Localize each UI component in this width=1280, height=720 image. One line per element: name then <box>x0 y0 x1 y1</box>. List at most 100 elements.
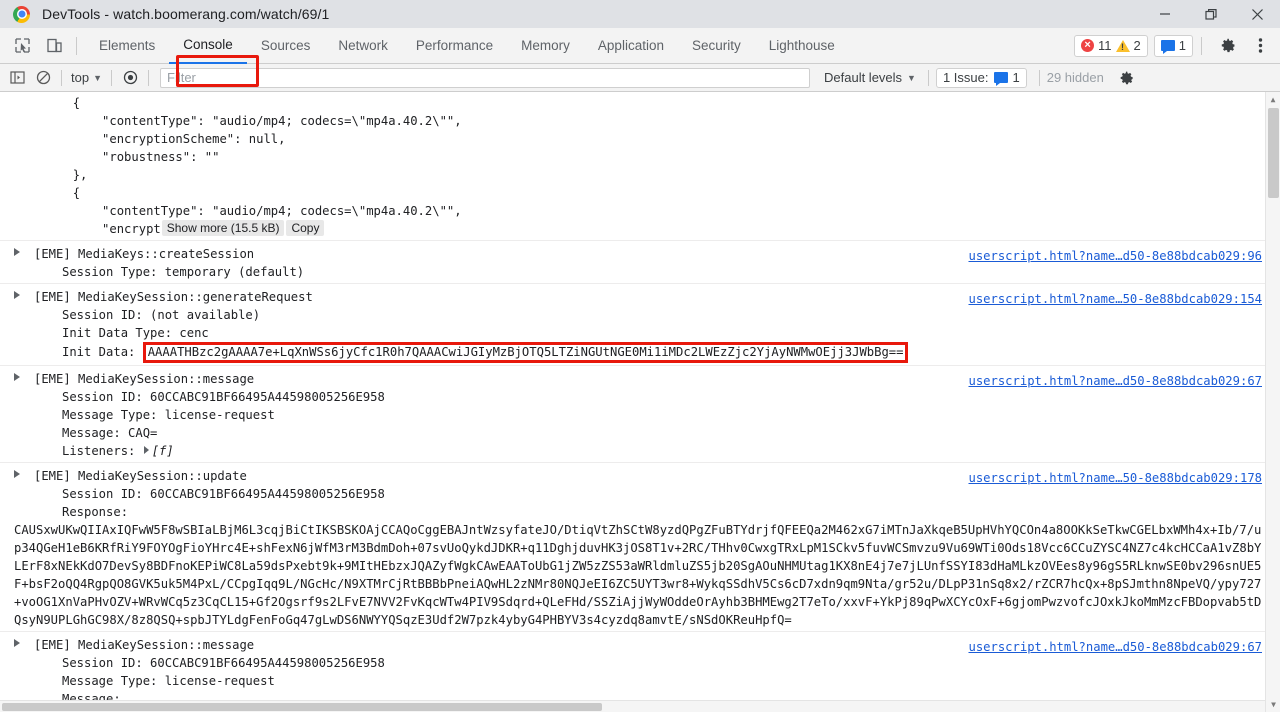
devtools-panel-tabs: Elements Console Sources Network Perform… <box>85 28 849 64</box>
minimize-icon[interactable] <box>1142 0 1188 28</box>
entry-detail: Message: CAQ= <box>62 426 158 440</box>
entry-detail: Init Data Type: cenc <box>62 326 209 340</box>
response-base64-blob: CAUSxwUKwQIIAxIQFwW5F8wSBIaLBjM6L3cqjBiC… <box>14 523 1262 627</box>
console-message-list[interactable]: { "contentType": "audio/mp4; codecs=\"mp… <box>0 92 1280 712</box>
init-data-label: Init Data: <box>62 345 143 359</box>
show-console-sidebar-icon[interactable] <box>4 66 30 90</box>
entry-detail: Response: <box>62 505 129 519</box>
scroll-up-arrow-icon[interactable]: ▲ <box>1266 92 1280 107</box>
console-entry-update[interactable]: [EME] MediaKeySession::update Session ID… <box>0 463 1280 632</box>
filterbar-divider-4 <box>927 69 929 86</box>
close-icon[interactable] <box>1234 0 1280 28</box>
issues-label: 1 Issue: <box>942 70 989 85</box>
json-line: "contentType": "audio/mp4; codecs=\"mp4a… <box>14 204 462 218</box>
tab-security[interactable]: Security <box>678 28 755 64</box>
tab-network[interactable]: Network <box>324 28 402 64</box>
execution-context-selector[interactable]: top ▼ <box>67 70 106 85</box>
tab-sources[interactable]: Sources <box>247 28 325 64</box>
expand-arrow-icon[interactable] <box>14 639 20 647</box>
json-line: { <box>14 96 81 110</box>
tab-memory[interactable]: Memory <box>507 28 584 64</box>
vertical-scrollbar[interactable]: ▲ ▼ <box>1265 92 1280 712</box>
window-title: DevTools - watch.boomerang.com/watch/69/… <box>42 6 330 22</box>
horizontal-scrollbar[interactable] <box>0 700 1265 712</box>
scroll-down-arrow-icon[interactable]: ▼ <box>1266 697 1280 712</box>
source-link[interactable]: userscript.html?name…d50-8e88bdcab029:67 <box>969 638 1263 656</box>
window-title-bar: DevTools - watch.boomerang.com/watch/69/… <box>0 0 1280 28</box>
inspect-element-icon[interactable] <box>8 32 36 60</box>
issues-count: 1 <box>1012 70 1020 85</box>
source-link[interactable]: userscript.html?name…50-8e88bdcab029:178 <box>969 469 1263 487</box>
vertical-scrollbar-thumb[interactable] <box>1268 108 1279 198</box>
filterbar-divider-1 <box>61 69 62 86</box>
message-bubble-icon <box>1160 40 1175 54</box>
filter-input[interactable] <box>160 67 810 88</box>
tab-lighthouse[interactable]: Lighthouse <box>755 28 849 64</box>
json-line: "robustness": "" <box>14 150 220 164</box>
entry-detail-listeners: Listeners: [f] <box>0 442 1280 460</box>
execution-context-label: top <box>71 70 90 85</box>
json-line: }, <box>14 168 88 182</box>
json-line-prefix: "encrypt <box>14 222 161 236</box>
message-counter[interactable]: 1 <box>1153 34 1193 57</box>
expand-arrow-icon[interactable] <box>14 248 20 256</box>
console-entry-message-2[interactable]: [EME] MediaKeySession::message Session I… <box>0 632 1280 710</box>
issues-button[interactable]: 1 Issue: 1 <box>935 67 1027 88</box>
console-entry-message-1[interactable]: [EME] MediaKeySession::message Session I… <box>0 366 1280 463</box>
error-warning-counter[interactable]: × 11 2 <box>1074 34 1148 57</box>
expand-arrow-icon[interactable] <box>14 470 20 478</box>
entry-detail: Message Type: license-request <box>62 674 275 688</box>
show-more-button[interactable]: Show more (15.5 kB) <box>161 220 285 236</box>
filterbar-divider-5 <box>1038 69 1040 86</box>
toolbar-divider-right <box>1201 36 1202 55</box>
chrome-logo-icon <box>13 5 30 23</box>
live-expression-icon[interactable] <box>117 66 143 90</box>
tab-console[interactable]: Console <box>169 28 247 64</box>
console-entry-create-session[interactable]: [EME] MediaKeys::createSession Session T… <box>0 241 1280 284</box>
window-controls <box>1142 0 1280 28</box>
error-icon: × <box>1081 39 1095 52</box>
device-toolbar-icon[interactable] <box>40 32 68 60</box>
console-settings-gear-icon[interactable] <box>1114 66 1140 90</box>
log-levels-label: Default levels <box>824 70 903 85</box>
entry-detail-init-data: Init Data: AAAATHBzc2gAAAA7e+LqXnWSs6jyC… <box>0 342 1280 363</box>
filterbar-divider-2 <box>111 69 112 86</box>
expand-arrow-icon[interactable] <box>143 446 149 454</box>
horizontal-scrollbar-thumb[interactable] <box>2 703 602 711</box>
toolbar-status-group: × 11 2 1 <box>1074 32 1280 60</box>
source-link[interactable]: userscript.html?name…d50-8e88bdcab029:67 <box>969 372 1263 390</box>
source-link[interactable]: userscript.html?name…d50-8e88bdcab029:96 <box>969 247 1263 265</box>
entry-detail: Session Type: temporary (default) <box>62 265 305 279</box>
tab-elements[interactable]: Elements <box>85 28 169 64</box>
issues-bubble-icon <box>993 72 1008 86</box>
chevron-down-icon: ▼ <box>907 72 916 83</box>
filterbar-divider-3 <box>148 69 149 86</box>
maximize-icon[interactable] <box>1188 0 1234 28</box>
console-json-preview[interactable]: { "contentType": "audio/mp4; codecs=\"mp… <box>0 92 1280 241</box>
more-vertical-icon[interactable] <box>1246 32 1274 60</box>
gear-icon[interactable] <box>1214 32 1242 60</box>
entry-detail: Session ID: 60CCABC91BF66495A44598005256… <box>62 487 385 501</box>
toolbar-divider <box>76 36 77 55</box>
console-filter-bar: top ▼ Default levels ▼ 1 Issue: 1 29 hid… <box>0 64 1280 92</box>
log-levels-selector[interactable]: Default levels ▼ <box>824 70 916 85</box>
entry-detail: Session ID: (not available) <box>62 308 261 322</box>
source-link[interactable]: userscript.html?name…50-8e88bdcab029:154 <box>969 290 1263 308</box>
chevron-down-icon: ▼ <box>93 72 102 83</box>
tab-application[interactable]: Application <box>584 28 678 64</box>
warning-count: 2 <box>1133 38 1141 53</box>
hidden-messages-count: 29 hidden <box>1046 70 1104 85</box>
tab-performance[interactable]: Performance <box>402 28 507 64</box>
expand-arrow-icon[interactable] <box>14 291 20 299</box>
message-count: 1 <box>1178 38 1186 53</box>
console-entry-generate-request[interactable]: [EME] MediaKeySession::generateRequest S… <box>0 284 1280 366</box>
copy-button[interactable]: Copy <box>286 220 325 236</box>
init-data-value-highlight: AAAATHBzc2gAAAA7e+LqXnWSs6jyCfc1R0h7QAAA… <box>142 342 909 363</box>
devtools-main-toolbar: Elements Console Sources Network Perform… <box>0 28 1280 87</box>
listeners-value: [f] <box>151 444 174 458</box>
json-line: "contentType": "audio/mp4; codecs=\"mp4a… <box>14 114 462 128</box>
clear-console-icon[interactable] <box>30 66 56 90</box>
expand-arrow-icon[interactable] <box>14 373 20 381</box>
error-count: 11 <box>1098 38 1112 53</box>
entry-detail: Message Type: license-request <box>62 408 275 422</box>
